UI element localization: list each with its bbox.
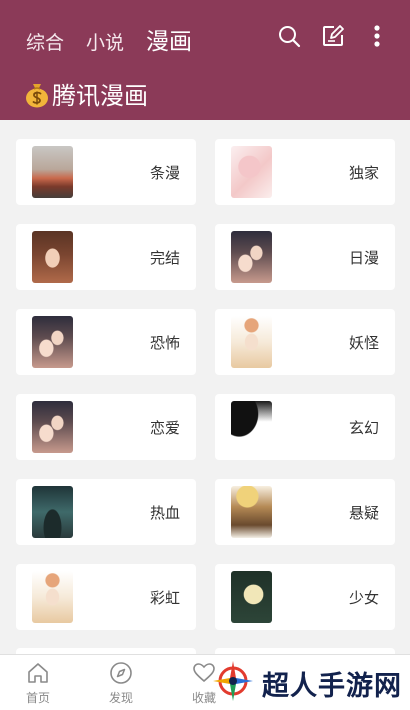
nav-discover[interactable]: 发现 [91,661,151,706]
home-icon [26,661,50,685]
watermark-text: 超人手游网 [262,670,402,701]
app-header: 综合 小说 漫画 腾讯漫画 [0,0,410,120]
category-card[interactable]: 条漫 [16,139,196,205]
money-bag-icon [24,80,50,108]
category-card[interactable]: 悬疑 [215,479,395,545]
category-card[interactable]: 日漫 [215,224,395,290]
category-label: 玄幻 [348,420,379,437]
category-label: 彩虹 [149,590,180,607]
category-label: 独家 [348,165,379,182]
category-thumbnail [231,571,272,623]
category-thumbnail [32,486,73,538]
watermark-logo-icon [210,658,256,709]
category-card[interactable]: 妖怪 [215,309,395,375]
tab-general[interactable]: 综合 [26,28,64,55]
tab-novel[interactable]: 小说 [86,28,124,55]
category-label: 完结 [149,250,180,267]
compass-icon [109,661,133,685]
category-thumbnail [32,146,73,198]
category-label: 条漫 [149,165,180,182]
category-label: 恐怖 [149,335,180,352]
header-actions [258,22,390,50]
category-thumbnail [231,401,272,453]
category-card[interactable]: 恋爱 [16,394,196,460]
section-title-text: 腾讯漫画 [52,83,148,110]
edit-icon[interactable] [320,22,346,50]
category-thumbnail [231,146,272,198]
category-thumbnail [231,231,272,283]
category-thumbnail [231,486,272,538]
tab-comic[interactable]: 漫画 [146,22,192,56]
category-card[interactable]: 玄幻 [215,394,395,460]
category-label: 日漫 [348,250,379,267]
nav-home[interactable]: 首页 [8,661,68,706]
category-label: 少女 [348,590,379,607]
category-thumbnail [32,401,73,453]
category-card[interactable]: 彩虹 [16,564,196,630]
watermark: 超人手游网 [210,655,406,710]
section-title: 腾讯漫画 [24,76,148,111]
category-card[interactable]: 恐怖 [16,309,196,375]
category-label: 悬疑 [348,505,379,522]
category-thumbnail [32,316,73,368]
category-label: 妖怪 [348,335,379,352]
category-label: 恋爱 [149,420,180,437]
category-card[interactable]: 热血 [16,479,196,545]
top-tabs: 综合 小说 漫画 [26,22,214,56]
category-card[interactable]: 少女 [215,564,395,630]
nav-discover-label: 发现 [108,691,133,705]
category-label: 热血 [149,505,180,522]
category-thumbnail [231,316,272,368]
more-icon[interactable] [364,22,390,50]
nav-home-label: 首页 [25,691,50,705]
category-card[interactable]: 完结 [16,224,196,290]
category-thumbnail [32,571,73,623]
search-icon[interactable] [276,22,302,50]
category-thumbnail [32,231,73,283]
category-grid: 条漫 独家 完结 日漫 恐怖 妖怪 恋爱 玄幻 热血 悬疑 彩虹 少女 [16,139,395,630]
bottom-nav: 首页 发现 收藏 超人手游网 [0,654,410,710]
category-card[interactable]: 独家 [215,139,395,205]
